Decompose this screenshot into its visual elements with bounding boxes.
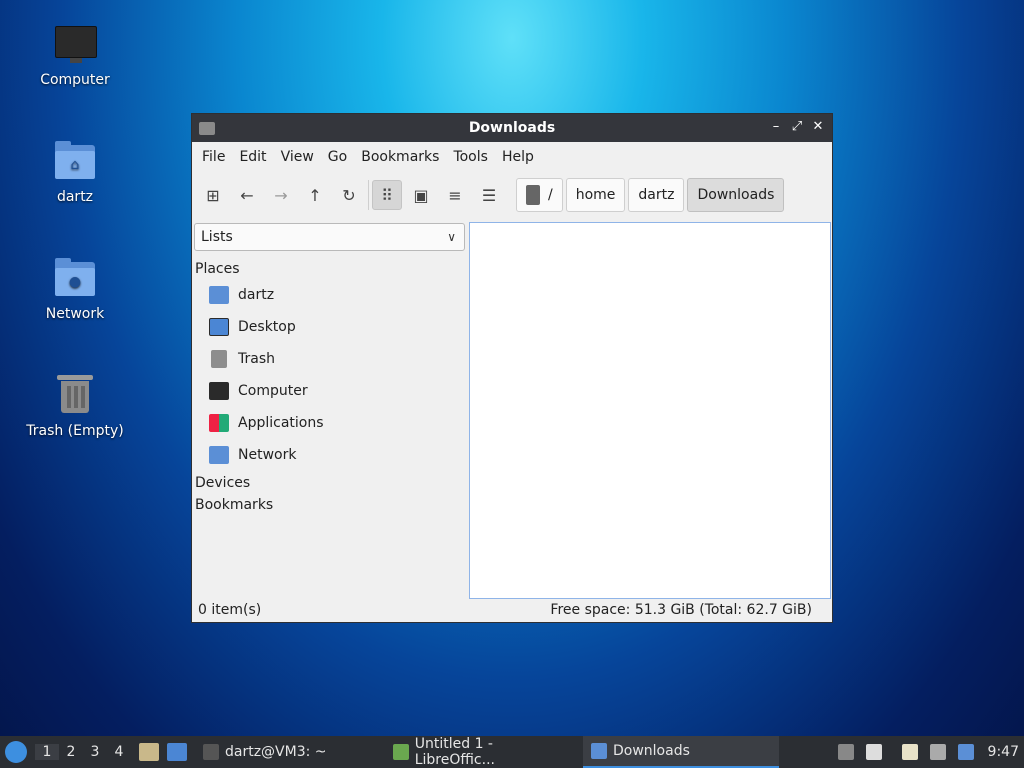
sidebar-section-places[interactable]: Places (193, 251, 467, 277)
desktop-icon (209, 318, 229, 336)
task-label: Untitled 1 - LibreOffic... (414, 736, 495, 768)
sidebar-item-label: Applications (238, 415, 324, 431)
sidebar-item-label: dartz (238, 287, 275, 303)
path-button-downloads[interactable]: Downloads (687, 178, 785, 212)
desktop-icon-label: Network (45, 306, 105, 322)
desktop-icon-network[interactable]: ● Network (20, 254, 130, 322)
minimize-icon[interactable]: – (768, 119, 784, 135)
file-manager-window: Downloads – ⤢ ✕ File Edit View Go Bookma… (191, 113, 833, 623)
sidebar-mode-value: Lists (201, 229, 233, 245)
desktop-icon-label: Computer (40, 72, 110, 88)
file-list-area[interactable] (469, 222, 831, 599)
trash-icon (51, 371, 99, 419)
eject-icon[interactable] (837, 744, 854, 760)
sidebar-mode-select[interactable]: Lists ∨ (194, 223, 465, 251)
thumbnail-view-icon[interactable]: ▣ (406, 180, 436, 210)
home-folder-icon: ⌂ (51, 137, 99, 185)
toolbar-separator (368, 180, 369, 210)
desktop-icon-label: dartz (56, 189, 94, 205)
workspace-4[interactable]: 4 (107, 744, 131, 760)
home-folder-icon (209, 286, 229, 304)
chevron-down-icon: ∨ (447, 230, 456, 244)
menu-view[interactable]: View (274, 149, 321, 165)
reload-icon[interactable]: ↻ (334, 180, 364, 210)
status-bar: 0 item(s) Free space: 51.3 GiB (Total: 6… (192, 598, 832, 622)
clipboard-icon[interactable] (901, 744, 918, 760)
sidebar-item-trash[interactable]: Trash (193, 343, 467, 375)
new-tab-icon[interactable]: ⊞ (198, 180, 228, 210)
system-tray: 9:47 (837, 736, 1024, 768)
computer-icon (209, 382, 229, 400)
notification-icon[interactable] (957, 744, 974, 760)
up-icon[interactable]: ↑ (300, 180, 330, 210)
network-icon[interactable] (929, 744, 946, 760)
sidebar-section-bookmarks[interactable]: Bookmarks (193, 491, 467, 513)
path-button-dartz[interactable]: dartz (628, 178, 685, 212)
folder-icon (591, 743, 607, 759)
start-menu-icon[interactable] (5, 741, 27, 763)
sidebar-item-network[interactable]: Network (193, 439, 467, 471)
taskbar: 1 2 3 4 dartz@VM3: ~ Untitled 1 - LibreO… (0, 736, 1024, 768)
computer-icon (51, 20, 99, 68)
toolbar: ⊞ ← → ↑ ↻ ⠿ ▣ ≡ ☰ / home dartz Downloads (192, 172, 832, 218)
detailed-list-icon[interactable]: ☰ (474, 180, 504, 210)
menu-file[interactable]: File (195, 149, 232, 165)
item-count: 0 item(s) (198, 602, 262, 618)
desktop-icon-computer[interactable]: Computer (20, 20, 130, 88)
window-title: Downloads (468, 120, 556, 136)
path-label: / (548, 187, 553, 203)
desktop-icon-trash[interactable]: Trash (Empty) (20, 371, 130, 439)
window-titlebar[interactable]: Downloads – ⤢ ✕ (192, 114, 832, 142)
sidebar-section-devices[interactable]: Devices (193, 471, 467, 491)
back-icon[interactable]: ← (232, 180, 262, 210)
sidebar-item-applications[interactable]: Applications (193, 407, 467, 439)
drive-icon (526, 185, 540, 205)
menu-bookmarks[interactable]: Bookmarks (354, 149, 446, 165)
terminal-icon (203, 744, 219, 760)
network-folder-icon: ● (51, 254, 99, 302)
forward-icon[interactable]: → (266, 180, 296, 210)
compact-view-icon[interactable]: ≡ (440, 180, 470, 210)
close-icon[interactable]: ✕ (810, 119, 826, 135)
workspace-1[interactable]: 1 (35, 744, 59, 760)
volume-icon[interactable] (865, 744, 882, 760)
menu-tools[interactable]: Tools (446, 149, 495, 165)
network-folder-icon (209, 446, 229, 464)
file-manager-launcher-icon[interactable] (139, 743, 159, 761)
icon-view-icon[interactable]: ⠿ (372, 180, 402, 210)
applications-icon (209, 414, 229, 432)
task-label: Downloads (613, 743, 690, 759)
writer-icon (393, 744, 409, 760)
menu-edit[interactable]: Edit (232, 149, 273, 165)
sidebar-item-computer[interactable]: Computer (193, 375, 467, 407)
desktop-icon-home[interactable]: ⌂ dartz (20, 137, 130, 205)
desktop-icon-label: Trash (Empty) (26, 423, 124, 439)
sidebar-item-dartz[interactable]: dartz (193, 279, 467, 311)
sidebar: Lists ∨ Places dartz Desktop Trash Compu… (193, 221, 467, 601)
trash-icon (211, 350, 227, 368)
clock[interactable]: 9:47 (988, 744, 1019, 760)
task-downloads[interactable]: Downloads (583, 736, 779, 768)
sidebar-item-desktop[interactable]: Desktop (193, 311, 467, 343)
path-button-home[interactable]: home (565, 178, 626, 212)
task-terminal[interactable]: dartz@VM3: ~ (195, 736, 385, 768)
desktop-launcher-icon[interactable] (167, 743, 187, 761)
workspace-3[interactable]: 3 (83, 744, 107, 760)
free-space: Free space: 51.3 GiB (Total: 62.7 GiB) (550, 602, 812, 618)
menu-help[interactable]: Help (495, 149, 541, 165)
sidebar-item-label: Trash (238, 351, 275, 367)
path-button-root[interactable]: / (516, 178, 563, 212)
sidebar-item-label: Desktop (238, 319, 296, 335)
workspace-2[interactable]: 2 (59, 744, 83, 760)
sidebar-item-label: Computer (238, 383, 308, 399)
path-bar: / home dartz Downloads (516, 178, 787, 212)
task-label: dartz@VM3: ~ (225, 744, 327, 760)
task-libreoffice[interactable]: Untitled 1 - LibreOffic... (385, 736, 583, 768)
maximize-icon[interactable]: ⤢ (789, 119, 805, 135)
menu-go[interactable]: Go (321, 149, 354, 165)
menu-bar: File Edit View Go Bookmarks Tools Help (192, 142, 832, 172)
sidebar-item-label: Network (238, 447, 297, 463)
